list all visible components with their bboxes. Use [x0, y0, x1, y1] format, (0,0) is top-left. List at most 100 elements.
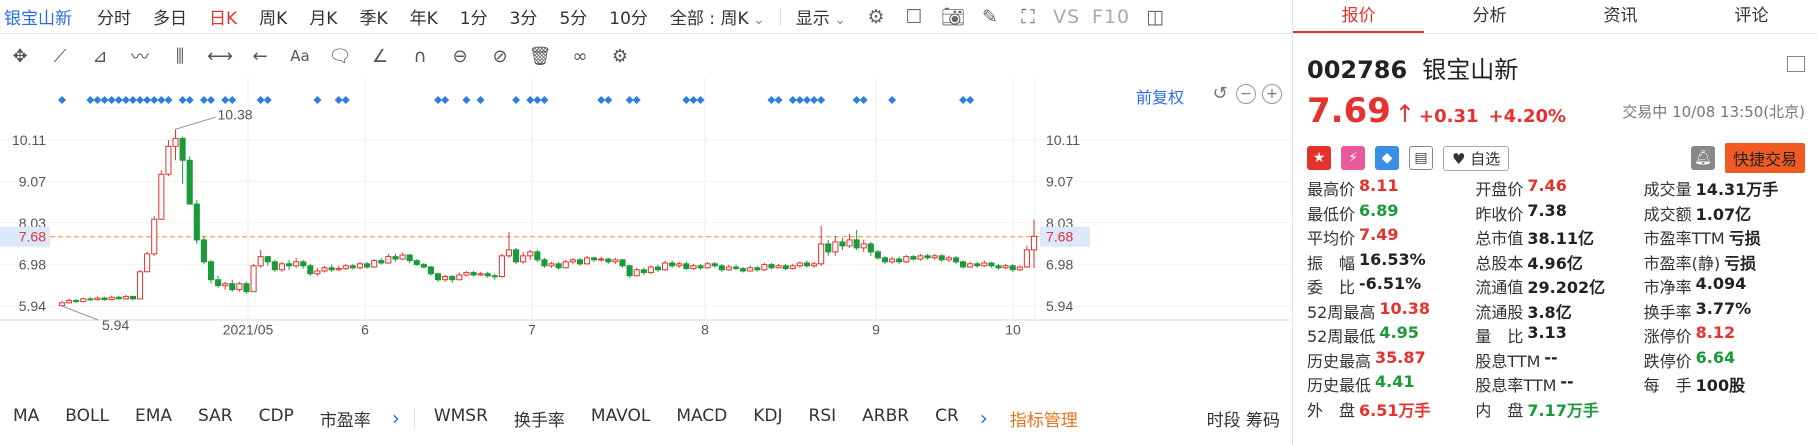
signal-marker	[313, 96, 322, 104]
stat-cell: 换手率 3.77%	[1644, 299, 1812, 323]
chevron-right-icon[interactable]: ›	[384, 406, 408, 430]
signal-marker	[86, 96, 95, 104]
indicator-item[interactable]: WMSR	[421, 406, 501, 431]
menu-icon[interactable]	[1787, 56, 1805, 72]
fib-tool-icon[interactable]: ⫼	[160, 46, 200, 67]
period-tab[interactable]: 分时	[86, 4, 142, 29]
bell-icon[interactable]: 🔔︎	[1690, 146, 1715, 170]
divider	[779, 7, 781, 26]
candle-up	[321, 267, 328, 272]
candle-down	[484, 273, 491, 277]
stat-cell: 总市值 38.11亿	[1475, 225, 1643, 249]
indicator-item[interactable]: KDJ	[740, 406, 795, 431]
notes-icon[interactable]: ▤	[1409, 146, 1433, 170]
tab-1[interactable]: 分析	[1424, 0, 1555, 33]
f10-button[interactable]: F10	[1086, 6, 1136, 28]
stat-label: 最低价	[1307, 204, 1356, 224]
candle-up	[818, 243, 825, 265]
lock-icon[interactable]: ⊖	[440, 46, 480, 67]
move-icon[interactable]: ✥	[0, 46, 40, 67]
candle-up	[136, 271, 144, 300]
checkbox-icon[interactable]: ☐	[903, 6, 925, 28]
candle-down	[207, 261, 215, 281]
candle-down	[959, 261, 967, 268]
indicator-item[interactable]: CDP	[246, 406, 307, 431]
period-tab[interactable]: 10分	[598, 4, 659, 29]
tab-0[interactable]: 报价	[1293, 0, 1424, 33]
arrow-tool-icon[interactable]: ←	[240, 46, 280, 67]
signal-marker	[817, 96, 826, 104]
fullscreen-icon[interactable]: ⛶	[1017, 6, 1039, 28]
magnet-icon[interactable]: ∩	[400, 46, 440, 67]
measure-tool-icon[interactable]: ⟷	[200, 46, 240, 67]
period-tab[interactable]: 季K	[348, 4, 398, 29]
pencil-icon[interactable]: ✎	[979, 6, 1001, 28]
settings-icon[interactable]: ⚙	[865, 6, 887, 28]
indicator-item[interactable]: SAR	[185, 406, 246, 431]
trash-icon[interactable]: 🗑︎	[520, 46, 560, 67]
trade-time: 交易中 10/08 13:50(北京)	[1622, 103, 1805, 121]
link-icon[interactable]: ∞	[560, 46, 600, 67]
chevron-right-icon[interactable]: ›	[972, 406, 996, 430]
indicator-item[interactable]: 换手率	[501, 406, 578, 431]
period-tab[interactable]: 3分	[499, 4, 549, 29]
period-tab[interactable]: 5分	[548, 4, 598, 29]
text-tool-icon[interactable]: Aa	[280, 47, 320, 65]
candle-down	[87, 298, 94, 301]
indicator-item[interactable]: CR	[922, 406, 972, 431]
tag-icon[interactable]: ◆	[1375, 146, 1399, 170]
candle-down	[200, 239, 207, 263]
stat-value: --	[1544, 347, 1558, 367]
stat-cell: 股息率TTM --	[1475, 372, 1643, 396]
margin-icon[interactable]: ⚡	[1341, 146, 1365, 170]
indicator-manage-button[interactable]: 指标管理	[996, 406, 1092, 431]
signal-marker	[810, 96, 819, 104]
quick-trade-button[interactable]: 快捷交易	[1724, 143, 1805, 173]
candle-up	[981, 262, 988, 267]
stock-name-tab[interactable]: 银宝山新	[0, 4, 86, 29]
display-dropdown[interactable]: 显示	[785, 4, 857, 29]
period-tab[interactable]: 日K	[198, 4, 248, 29]
period-tab[interactable]: 月K	[298, 4, 348, 29]
channel-tool-icon[interactable]: ⊿	[80, 46, 120, 67]
current-price-label-right: 7.68	[1046, 229, 1073, 245]
tab-2[interactable]: 资讯	[1555, 0, 1686, 33]
stat-label: 昨收价	[1475, 204, 1524, 224]
candle-up	[222, 283, 229, 287]
period-tab[interactable]: 周K	[248, 4, 298, 29]
signal-marker	[93, 96, 102, 104]
candle-down	[754, 267, 761, 271]
candle-up	[250, 265, 257, 293]
period-tab[interactable]: 多日	[142, 4, 198, 29]
candle-up	[562, 261, 569, 269]
tab-3[interactable]: 评论	[1686, 0, 1817, 33]
range-select[interactable]: 全部 : 周K	[659, 4, 776, 29]
add-watchlist-button[interactable]: ♥ 自选	[1443, 145, 1510, 171]
candle-down	[243, 283, 250, 293]
indicator-item[interactable]: MA	[0, 406, 52, 431]
indicator-item[interactable]: EMA	[122, 406, 185, 431]
period-tab[interactable]: 1分	[449, 4, 499, 29]
line-tool-icon[interactable]: ⟋	[40, 46, 80, 67]
panel-toggle-icon[interactable]: ◫	[1144, 6, 1166, 28]
hide-icon[interactable]: ⊘	[480, 46, 520, 67]
indicator-item[interactable]: RSI	[796, 406, 850, 431]
stat-value: 10.38	[1379, 298, 1430, 318]
gear-icon[interactable]: ⚙	[600, 46, 640, 67]
vs-button[interactable]: VS	[1047, 6, 1086, 28]
indicator-item[interactable]: BOLL	[52, 406, 122, 431]
session-chips-button[interactable]: 时段 筹码	[1207, 406, 1290, 431]
stat-value: 亏损	[1728, 229, 1761, 249]
comment-tool-icon[interactable]: 🗨︎	[320, 46, 360, 67]
indicator-item[interactable]: 市盈率	[307, 406, 384, 431]
indicator-item[interactable]: MAVOL	[578, 406, 663, 431]
indicator-item[interactable]: MACD	[663, 406, 740, 431]
indicator-item[interactable]: ARBR	[849, 406, 922, 431]
candle-up	[846, 239, 853, 247]
camera-icon[interactable]: 📷︎	[941, 6, 965, 28]
angle-tool-icon[interactable]: ∠	[360, 46, 400, 67]
kline-chart[interactable]: 2021/05 6 7 8 9 1010.11 10.119.07 9.078.03 8.036…	[0, 78, 1290, 388]
signal-marker	[100, 96, 109, 104]
wave-tool-icon[interactable]: 〰	[120, 43, 160, 69]
period-tab[interactable]: 年K	[399, 4, 449, 29]
